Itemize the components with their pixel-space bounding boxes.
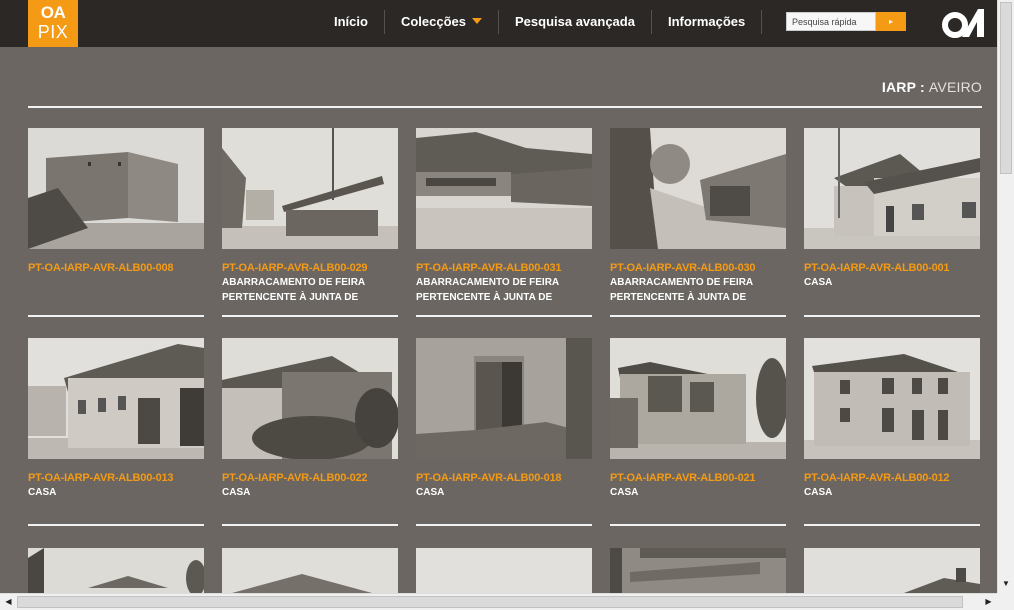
card-divider [610,315,786,317]
photo-thumbnail[interactable] [28,128,204,249]
logo-line-1: OA [40,3,66,22]
photo-description [28,275,204,305]
photo-code[interactable]: PT-OA-IARP-AVR-ALB00-031 [416,261,592,275]
photo-description: CASA [222,487,251,498]
photo-description: ABARRACAMENTO DE FEIRA PERTENCENTE À JUN… [610,277,753,303]
card-divider [222,524,398,526]
photo-code[interactable]: PT-OA-IARP-AVR-ALB00-021 [610,471,786,485]
photo-card[interactable]: PT-OA-IARP-AVR-ALB00-013 CASA [28,338,204,526]
photo-thumbnail[interactable] [416,548,592,593]
card-divider [28,315,204,317]
photo-code[interactable]: PT-OA-IARP-AVR-ALB00-029 [222,261,398,275]
photo-code[interactable]: PT-OA-IARP-AVR-ALB00-022 [222,471,398,485]
nav-item-informacoes[interactable]: Informações [652,10,763,34]
divider [28,106,982,108]
photo-thumbnail[interactable] [222,128,398,249]
photo-thumbnail[interactable] [804,128,980,249]
scroll-left-arrow-icon[interactable]: ◀ [2,595,15,609]
scrollbar-thumb[interactable] [1000,2,1012,174]
photo-thumbnail[interactable] [222,548,398,593]
photo-card[interactable]: PT-OA-IARP-AVR-ALB00-030 ABARRACAMENTO D… [610,128,786,317]
photo-description: CASA [28,487,57,498]
photo-thumbnail[interactable] [222,338,398,459]
nav-label: Colecções [400,14,466,29]
photo-description: CASA [804,487,833,498]
search-input[interactable] [786,12,876,31]
scroll-right-arrow-icon[interactable]: ▶ [982,595,995,609]
card-divider [610,524,786,526]
photo-card[interactable]: PT-OA-IARP-AVR-ALB00-022 CASA [222,338,398,526]
vertical-scrollbar[interactable]: ▼ [997,0,1014,593]
horizontal-scrollbar[interactable]: ◀ ▶ [0,593,997,610]
photo-card[interactable] [416,548,592,593]
caret-down-icon [472,17,482,24]
photo-thumbnail[interactable] [416,338,592,459]
photo-code[interactable]: PT-OA-IARP-AVR-ALB00-001 [804,261,980,275]
card-divider [804,524,980,526]
photo-card[interactable]: PT-OA-IARP-AVR-ALB00-031 ABARRACAMENTO D… [416,128,592,317]
photo-card[interactable]: PT-OA-IARP-AVR-ALB00-012 CASA [804,338,980,526]
photo-code[interactable]: PT-OA-IARP-AVR-ALB00-012 [804,471,980,485]
logo-line-2: PIX [37,22,69,42]
photo-thumbnail[interactable] [28,338,204,459]
card-divider [416,524,592,526]
card-divider [28,524,204,526]
photo-thumbnail[interactable] [416,128,592,249]
nav-item-inicio[interactable]: Início [318,10,385,34]
breadcrumb-separator: : [915,79,929,95]
scrollbar-corner [997,593,1014,610]
photo-description: CASA [804,277,833,288]
photo-card[interactable] [28,548,204,593]
photo-card[interactable] [610,548,786,593]
oapix-logo[interactable]: OA PIX [28,0,78,47]
photo-code[interactable]: PT-OA-IARP-AVR-ALB00-018 [416,471,592,485]
nav-label: Início [334,14,368,29]
photo-card[interactable]: PT-OA-IARP-AVR-ALB00-018 CASA [416,338,592,526]
photo-thumbnail[interactable] [610,338,786,459]
oa-brand-icon[interactable] [942,6,986,40]
photo-description: CASA [610,487,639,498]
quick-search: ▸ [786,12,906,31]
nav-item-pesquisa-avancada[interactable]: Pesquisa avançada [499,10,652,34]
card-divider [416,315,592,317]
scroll-down-arrow-icon[interactable]: ▼ [999,576,1013,591]
card-divider [222,315,398,317]
photo-card[interactable]: PT-OA-IARP-AVR-ALB00-001 CASA [804,128,980,317]
photo-thumbnail[interactable] [804,548,980,593]
photo-code[interactable]: PT-OA-IARP-AVR-ALB00-030 [610,261,786,275]
breadcrumb-region: AVEIRO [928,79,982,95]
nav-item-coleccoes[interactable]: Colecções [385,10,499,34]
main-nav: Início Colecções Pesquisa avançada Infor… [318,10,763,34]
photo-thumbnail[interactable] [804,338,980,459]
photo-thumbnail[interactable] [28,548,204,593]
photo-thumbnail[interactable] [610,548,786,593]
nav-label: Pesquisa avançada [515,14,635,29]
photo-card[interactable]: PT-OA-IARP-AVR-ALB00-021 CASA [610,338,786,526]
photo-card[interactable] [804,548,980,593]
photo-description: ABARRACAMENTO DE FEIRA PERTENCENTE À JUN… [416,277,559,303]
photo-card[interactable] [222,548,398,593]
scrollbar-thumb[interactable] [17,596,963,608]
breadcrumb-collection[interactable]: IARP [882,79,916,95]
top-navigation-bar: OA PIX Início Colecções Pesquisa avançad… [0,0,997,47]
photo-thumbnail[interactable] [610,128,786,249]
search-button[interactable]: ▸ [876,12,906,31]
photo-card[interactable]: PT-OA-IARP-AVR-ALB00-008 [28,128,204,317]
photo-card[interactable]: PT-OA-IARP-AVR-ALB00-029 ABARRACAMENTO D… [222,128,398,317]
photo-code[interactable]: PT-OA-IARP-AVR-ALB00-008 [28,261,204,275]
photo-description: ABARRACAMENTO DE FEIRA PERTENCENTE À JUN… [222,277,365,303]
breadcrumb: IARP : AVEIRO [882,79,982,95]
card-divider [804,315,980,317]
nav-label: Informações [667,14,746,29]
photo-description: CASA [416,487,445,498]
photo-code[interactable]: PT-OA-IARP-AVR-ALB00-013 [28,471,204,485]
